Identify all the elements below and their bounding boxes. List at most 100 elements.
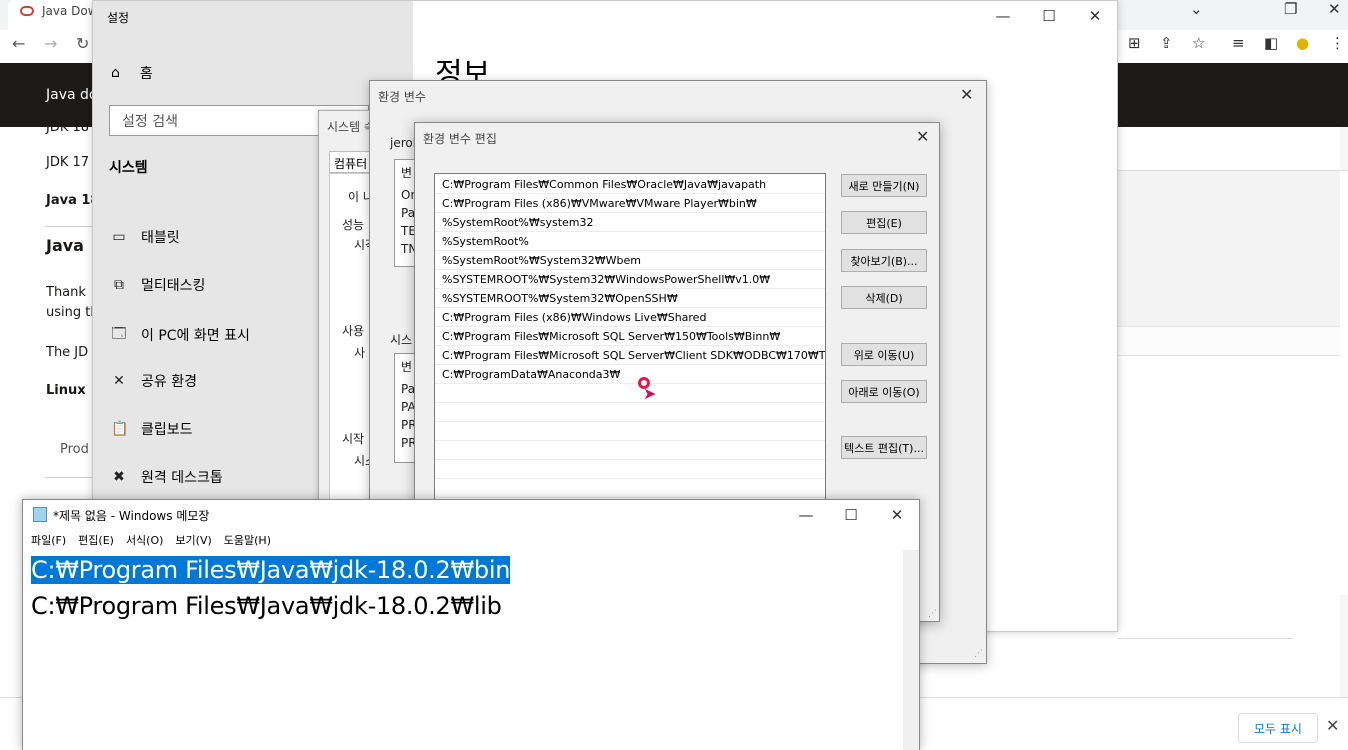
translate-icon[interactable]: ⊞ (1128, 34, 1141, 52)
list-item[interactable]: C:₩Program Files₩Common Files₩Oracle₩Jav… (435, 175, 825, 194)
oracle-nav-link[interactable]: Java do (46, 87, 97, 103)
reading-list-icon[interactable]: ≡ (1232, 34, 1245, 52)
window-title: 시스템 속 (327, 120, 375, 134)
sidebar-item-share[interactable]: ✕ 공유 환경 (111, 371, 197, 391)
home-nav-item[interactable]: ⌂ 홈 (111, 63, 153, 83)
list-item[interactable]: C:₩ProgramData₩Anaconda3₩ (435, 365, 825, 384)
browser-tab[interactable]: Java Dow (8, 0, 98, 30)
edit-button[interactable]: 편집(E) (841, 211, 927, 234)
text-line-selected[interactable]: C:₩Program Files₩Java₩jdk-18.0.2₩bin (31, 556, 510, 584)
side-panel-icon[interactable]: ◧ (1264, 34, 1278, 52)
browse-button[interactable]: 찾아보기(B)... (841, 249, 927, 272)
forward-icon[interactable]: → (44, 34, 57, 53)
menu-view[interactable]: 보기(V) (175, 532, 211, 548)
reload-icon[interactable]: ↻ (76, 34, 89, 53)
group-label: 사용 (342, 324, 365, 338)
close-icon[interactable]: ✕ (960, 85, 973, 104)
menu-help[interactable]: 도움말(H) (224, 532, 271, 548)
sidebar-item-clipboard[interactable]: 📋 클립보드 (111, 419, 193, 439)
page-text-line: using th (46, 305, 99, 320)
maximize-icon[interactable]: ☐ (836, 504, 866, 526)
vertical-scrollbar[interactable] (903, 550, 919, 750)
list-item-empty[interactable] (435, 403, 825, 422)
minimize-icon[interactable]: — (988, 5, 1018, 27)
menu-format[interactable]: 서식(O) (126, 532, 163, 548)
back-icon[interactable]: ← (12, 34, 25, 53)
close-icon[interactable]: ✕ (1080, 5, 1110, 27)
list-item-empty[interactable] (435, 384, 825, 403)
text-editor[interactable]: C:₩Program Files₩Java₩jdk-18.0.2₩bin C:₩… (23, 550, 903, 750)
page-link-jdk18[interactable]: JDK 18 (46, 120, 89, 135)
menu-dots-icon[interactable]: ⋮ (1330, 34, 1345, 52)
profile-avatar-icon[interactable]: ● (1296, 34, 1309, 52)
window-close-icon[interactable]: ✕ (1328, 0, 1341, 18)
share-icon: ✕ (113, 373, 125, 389)
notepad-icon (33, 507, 47, 522)
share-page-icon[interactable]: ⇪ (1160, 34, 1173, 52)
list-item-empty[interactable] (435, 479, 825, 498)
tablet-icon: ▭ (112, 229, 126, 245)
group-text: 사 (354, 346, 366, 360)
menu-file[interactable]: 파일(F) (31, 532, 66, 548)
menu-bar: 파일(F) 편집(E) 서식(O) 보기(V) 도움말(H) (23, 530, 919, 550)
resize-grip-icon[interactable]: ⋰ (928, 609, 937, 619)
list-item[interactable]: %SystemRoot%₩System32₩Wbem (435, 251, 825, 270)
chevron-down-icon[interactable]: ⌄ (1190, 0, 1203, 18)
group-label: 성능 (342, 218, 365, 232)
maximize-icon[interactable]: ☐ (1034, 5, 1064, 27)
new-button[interactable]: 새로 만들기(N) (841, 174, 927, 197)
user-vars-list[interactable]: 변 On Pa TE TN (394, 159, 418, 267)
project-icon: 🗔 (111, 326, 127, 342)
move-up-button[interactable]: 위로 이동(U) (841, 343, 927, 366)
list-item[interactable]: %SYSTEMROOT%₩System32₩OpenSSH₩ (435, 289, 825, 308)
close-icon[interactable]: ✕ (1326, 716, 1339, 735)
list-item[interactable]: C:₩Program Files₩Microsoft SQL Server₩Cl… (435, 346, 825, 365)
list-item-empty[interactable] (435, 460, 825, 479)
page-link-jdk17[interactable]: JDK 17 (46, 155, 89, 170)
bookmark-star-icon[interactable]: ☆ (1192, 34, 1205, 52)
move-down-button[interactable]: 아래로 이동(O) (841, 380, 927, 403)
page-tab-linux[interactable]: Linux (46, 383, 86, 398)
show-all-button[interactable]: 모두 표시 (1238, 713, 1318, 743)
list-item[interactable]: C:₩Program Files₩Microsoft SQL Server₩15… (435, 327, 825, 346)
minimize-icon[interactable]: — (791, 504, 821, 526)
edit-text-button[interactable]: 텍스트 편집(T)... (841, 436, 927, 459)
sidebar-item-remote-desktop[interactable]: ✖ 원격 데스크톱 (111, 467, 223, 487)
notepad-window: *제목 없음 - Windows 메모장 — ☐ ✕ 파일(F) 편집(E) 서… (22, 499, 920, 750)
close-icon[interactable]: ✕ (916, 127, 929, 146)
section-heading: 시스템 (109, 160, 148, 176)
list-item[interactable]: %SystemRoot% (435, 232, 825, 251)
clipboard-icon: 📋 (111, 421, 129, 437)
oracle-logo-icon (20, 6, 34, 16)
list-item[interactable]: %SYSTEMROOT%₩System32₩WindowsPowerShell₩… (435, 270, 825, 289)
resize-grip-icon[interactable]: ⋰ (974, 649, 983, 659)
mouse-cursor-icon: ➤ (643, 384, 657, 403)
window-title: 환경 변수 (378, 90, 426, 104)
multitasking-icon: ⧉ (114, 277, 124, 293)
page-text-line: The JD (46, 345, 89, 360)
group-label: 시작 (342, 432, 365, 446)
system-vars-label: 시스 (390, 333, 413, 347)
sidebar-item-tablet[interactable]: ▭ 태블릿 (111, 227, 179, 247)
restore-icon[interactable]: ❐ (1284, 0, 1297, 18)
window-title: *제목 없음 - Windows 메모장 (53, 509, 210, 523)
page-content-panel (1118, 170, 1348, 595)
menu-edit[interactable]: 편집(E) (78, 532, 114, 548)
home-icon: ⌂ (111, 65, 120, 81)
list-item-empty[interactable] (435, 441, 825, 460)
delete-button[interactable]: 삭제(D) (841, 286, 927, 309)
close-icon[interactable]: ✕ (882, 504, 912, 526)
page-heading: Java (46, 236, 84, 255)
text-line[interactable]: C:₩Program Files₩Java₩jdk-18.0.2₩lib (31, 592, 502, 620)
list-item[interactable]: C:₩Program Files (x86)₩Windows Live₩Shar… (435, 308, 825, 327)
list-item-empty[interactable] (435, 422, 825, 441)
list-item[interactable]: %SystemRoot%₩system32 (435, 213, 825, 232)
sidebar-item-multitasking[interactable]: ⧉ 멀티태스킹 (111, 275, 205, 295)
list-item[interactable]: C:₩Program Files (x86)₩VMware₩VMware Pla… (435, 194, 825, 213)
sidebar-item-project[interactable]: 🗔 이 PC에 화면 표시 (111, 323, 249, 347)
system-vars-list[interactable]: 변 Pa PA PR PR (394, 353, 417, 463)
window-title: 환경 변수 편집 (423, 132, 497, 146)
page-table-header: Prod (60, 442, 89, 457)
window-title: 설정 (107, 11, 130, 25)
page-text-line: Thank (46, 285, 86, 300)
